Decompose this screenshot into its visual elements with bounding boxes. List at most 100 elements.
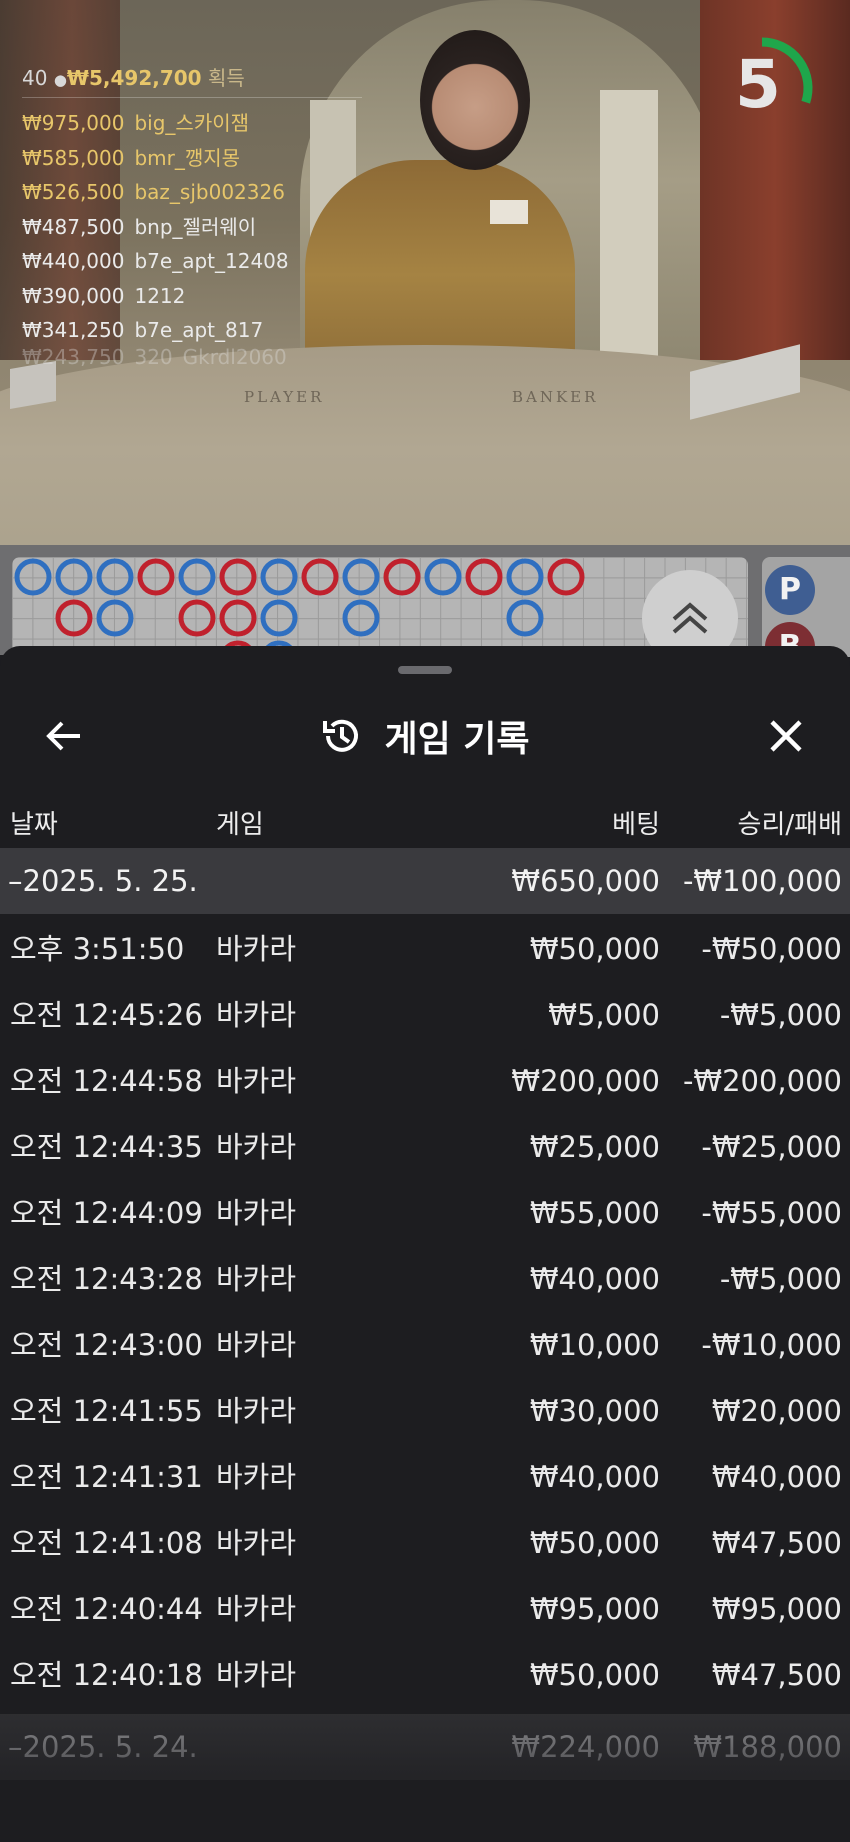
group-rows: 오후 3:51:50 바카라 ₩50,000 -₩50,000 오전 12:45:26… <box>0 914 850 1708</box>
sheet-header: 게임 기록 <box>0 686 850 786</box>
table-row[interactable]: 오전 12:43:00 바카라 ₩10,000 -₩10,000 <box>0 1312 850 1378</box>
leaderboard-player: 320_Gkrdl2060 <box>134 347 287 366</box>
bead-circle <box>465 558 503 596</box>
leaderboard-amount: ₩390,000 <box>22 283 125 308</box>
leaderboard-amount: ₩341,250 <box>22 318 125 342</box>
table-row[interactable]: 오전 12:40:18 바카라 ₩50,000 ₩47,500 <box>0 1642 850 1708</box>
table-row[interactable]: 오전 12:41:31 바카라 ₩40,000 ₩40,000 <box>0 1444 850 1510</box>
leaderboard-summary: 40 ●₩5,492,700 획득 <box>22 62 362 98</box>
row-bet: ₩50,000 <box>529 1526 660 1560</box>
row-game: 바카라 <box>216 1592 297 1626</box>
leaderboard-amount: ₩526,500 <box>22 180 125 204</box>
leaderboard-player: 1212 <box>134 283 186 308</box>
pillar-right <box>600 90 658 360</box>
game-history-sheet: 게임 기록 날짜 게임 베팅 승리/패배 –2025. 5. 25. ₩650,… <box>0 646 850 1842</box>
table-label-banker: BANKER <box>512 388 599 406</box>
bead-circle <box>342 599 380 637</box>
bead-road-circles <box>14 558 585 678</box>
leaderboard-player: baz_sjb002326 <box>134 180 285 204</box>
close-button[interactable] <box>758 708 814 764</box>
bead-road[interactable] <box>12 557 748 678</box>
group-bet-total: ₩224,000 <box>511 1730 660 1764</box>
row-game: 바카라 <box>216 1064 297 1098</box>
leaderboard-player: b7e_apt_817 <box>134 318 264 342</box>
bead-circle <box>96 558 134 596</box>
row-result: -₩50,000 <box>701 932 842 966</box>
row-time: 오전 12:43:28 <box>10 1262 203 1296</box>
table-row[interactable]: 오전 12:45:26 바카라 ₩5,000 -₩5,000 <box>0 982 850 1048</box>
row-game: 바카라 <box>216 932 297 966</box>
row-game: 바카라 <box>216 998 297 1032</box>
player-prediction-button[interactable]: P <box>765 565 815 615</box>
column-game: 게임 <box>216 810 264 840</box>
row-bet: ₩50,000 <box>529 932 660 966</box>
row-game: 바카라 <box>216 1658 297 1692</box>
row-bet: ₩10,000 <box>529 1328 660 1362</box>
row-result: ₩20,000 <box>711 1394 842 1428</box>
leaderboard-player: bnp_젤러웨이 <box>134 214 257 239</box>
winners-leaderboard: 40 ●₩5,492,700 획득 ₩975,000 big_스카이잼 ₩585,… <box>22 62 362 366</box>
row-bet: ₩40,000 <box>529 1460 660 1494</box>
table-row[interactable]: 오전 12:44:58 바카라 ₩200,000 -₩200,000 <box>0 1048 850 1114</box>
history-list: –2025. 5. 25. ₩650,000 -₩100,000 오후 3:51… <box>0 848 850 1780</box>
bead-circle <box>260 558 298 596</box>
bead-circle <box>301 558 339 596</box>
bead-circle <box>506 558 544 596</box>
leaderboard-player: b7e_apt_12408 <box>134 249 289 273</box>
group-date: –2025. 5. 24. <box>8 1730 198 1764</box>
bead-circle <box>219 599 257 637</box>
leaderboard-amount: ₩975,000 <box>22 111 125 135</box>
sheet-drag-handle[interactable] <box>398 666 452 674</box>
row-game: 바카라 <box>216 1394 297 1428</box>
row-bet: ₩95,000 <box>529 1592 660 1626</box>
row-bet: ₩200,000 <box>511 1064 660 1098</box>
leaderboard-row: ₩390,000 1212 <box>22 279 362 314</box>
table-row[interactable]: 오전 12:40:44 바카라 ₩95,000 ₩95,000 <box>0 1576 850 1642</box>
close-icon <box>770 720 802 752</box>
row-time: 오전 12:45:26 <box>10 998 203 1032</box>
bead-circle <box>55 599 93 637</box>
countdown-timer: 5 <box>712 30 822 140</box>
leaderboard-amount: ₩440,000 <box>22 249 125 273</box>
live-video-stream: PLAYER BANKER 40 ●₩5,492,700 획득 ₩975,000… <box>0 0 850 545</box>
sheet-title-wrap: 게임 기록 <box>0 686 850 786</box>
row-result: -₩200,000 <box>682 1064 842 1098</box>
row-time: 오전 12:40:44 <box>10 1592 203 1626</box>
table-row[interactable]: 오후 3:51:50 바카라 ₩50,000 -₩50,000 <box>0 916 850 982</box>
leaderboard-row: ₩975,000 big_스카이잼 <box>22 106 362 141</box>
bead-circle <box>424 558 462 596</box>
date-group-header[interactable]: –2025. 5. 25. ₩650,000 -₩100,000 <box>0 848 850 914</box>
arrow-left-icon <box>46 721 80 751</box>
date-group-header[interactable]: –2025. 5. 24. ₩224,000 ₩188,000 <box>0 1714 850 1780</box>
bead-circle <box>178 558 216 596</box>
dealer-badge <box>490 200 528 224</box>
row-time: 오전 12:44:35 <box>10 1130 203 1164</box>
row-game: 바카라 <box>216 1460 297 1494</box>
row-game: 바카라 <box>216 1262 297 1296</box>
history-icon <box>323 719 359 752</box>
bead-circle <box>260 599 298 637</box>
leaderboard-amount: ₩585,000 <box>22 145 125 170</box>
table-row[interactable]: 오전 12:41:55 바카라 ₩30,000 ₩20,000 <box>0 1378 850 1444</box>
row-game: 바카라 <box>216 1328 297 1362</box>
leaderboard-row: ₩487,500 bnp_젤러웨이 <box>22 210 362 245</box>
person-icon: ● <box>53 71 67 89</box>
row-result: ₩47,500 <box>711 1658 842 1692</box>
back-button[interactable] <box>36 708 92 764</box>
bead-circle <box>506 599 544 637</box>
bead-circle <box>55 558 93 596</box>
table-row[interactable]: 오전 12:44:35 바카라 ₩25,000 -₩25,000 <box>0 1114 850 1180</box>
row-time: 오후 3:51:50 <box>10 932 185 966</box>
leaderboard-row: ₩585,000 bmr_깽지몽 <box>22 141 362 176</box>
sheet-title: 게임 기록 <box>384 719 530 760</box>
row-time: 오전 12:44:58 <box>10 1064 203 1098</box>
table-row[interactable]: 오전 12:43:28 바카라 ₩40,000 -₩5,000 <box>0 1246 850 1312</box>
row-bet: ₩50,000 <box>529 1658 660 1692</box>
table-row[interactable]: 오전 12:44:09 바카라 ₩55,000 -₩55,000 <box>0 1180 850 1246</box>
table-row[interactable]: 오전 12:41:08 바카라 ₩50,000 ₩47,500 <box>0 1510 850 1576</box>
row-result: ₩40,000 <box>711 1460 842 1494</box>
bead-circle <box>219 558 257 596</box>
leaderboard-row: ₩440,000 b7e_apt_12408 <box>22 244 362 279</box>
group-result-total: ₩188,000 <box>693 1730 842 1764</box>
row-result: ₩47,500 <box>711 1526 842 1560</box>
